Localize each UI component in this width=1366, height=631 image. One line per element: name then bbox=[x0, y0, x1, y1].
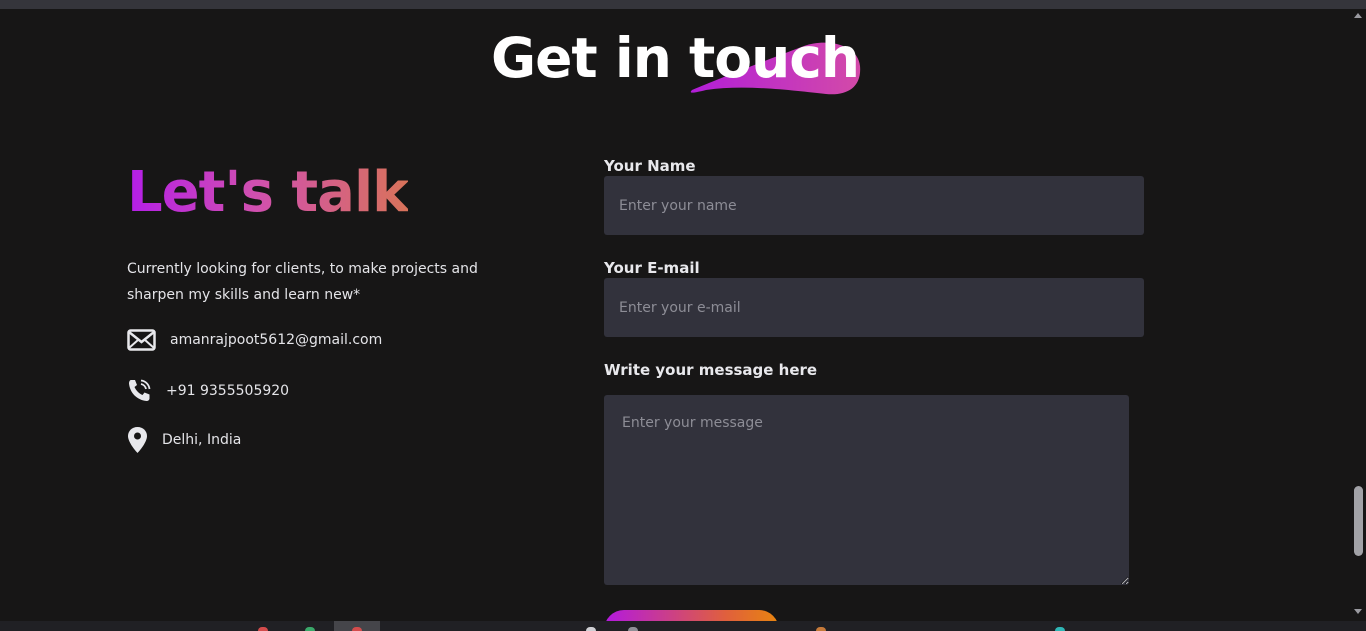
scrollbar-thumb[interactable] bbox=[1354, 486, 1363, 556]
location-pin-icon bbox=[127, 426, 148, 454]
email-label: Your E-mail bbox=[604, 259, 700, 277]
browser-top-strip bbox=[0, 0, 1366, 9]
scroll-down-arrow-icon[interactable] bbox=[1354, 609, 1362, 614]
section-title: Get in touch bbox=[490, 26, 860, 90]
section-title-highlight: touch bbox=[689, 26, 860, 90]
taskbar-app-icon[interactable] bbox=[816, 627, 826, 631]
taskbar-app-icon[interactable] bbox=[1055, 627, 1065, 631]
contact-location: Delhi, India bbox=[127, 426, 241, 454]
name-input[interactable] bbox=[604, 176, 1144, 235]
contact-phone[interactable]: +91 9355505920 bbox=[127, 378, 289, 403]
taskbar-app-icon[interactable] bbox=[352, 627, 362, 631]
name-label: Your Name bbox=[604, 157, 696, 175]
scroll-up-arrow-icon[interactable] bbox=[1354, 13, 1362, 18]
section-heading-wrapper: Get in touch bbox=[0, 26, 1350, 90]
lets-talk-heading: Let's talk bbox=[127, 160, 409, 225]
message-textarea[interactable] bbox=[604, 395, 1129, 585]
email-input[interactable] bbox=[604, 278, 1144, 337]
contact-email-text: amanrajpoot5612@gmail.com bbox=[170, 332, 383, 348]
contact-email[interactable]: amanrajpoot5612@gmail.com bbox=[127, 329, 382, 351]
phone-icon bbox=[127, 378, 152, 403]
contact-phone-text: +91 9355505920 bbox=[166, 382, 290, 399]
taskbar-app-icon[interactable] bbox=[628, 627, 638, 631]
taskbar-app-icon[interactable] bbox=[586, 627, 596, 631]
os-taskbar bbox=[0, 621, 1366, 631]
taskbar-app-icon[interactable] bbox=[305, 627, 315, 631]
intro-text: Currently looking for clients, to make p… bbox=[127, 261, 478, 303]
mail-icon bbox=[127, 329, 156, 351]
section-title-main: Get in bbox=[490, 26, 690, 90]
taskbar-app-icon[interactable] bbox=[258, 627, 268, 631]
message-label: Write your message here bbox=[604, 361, 818, 379]
contact-location-text: Delhi, India bbox=[162, 432, 242, 448]
